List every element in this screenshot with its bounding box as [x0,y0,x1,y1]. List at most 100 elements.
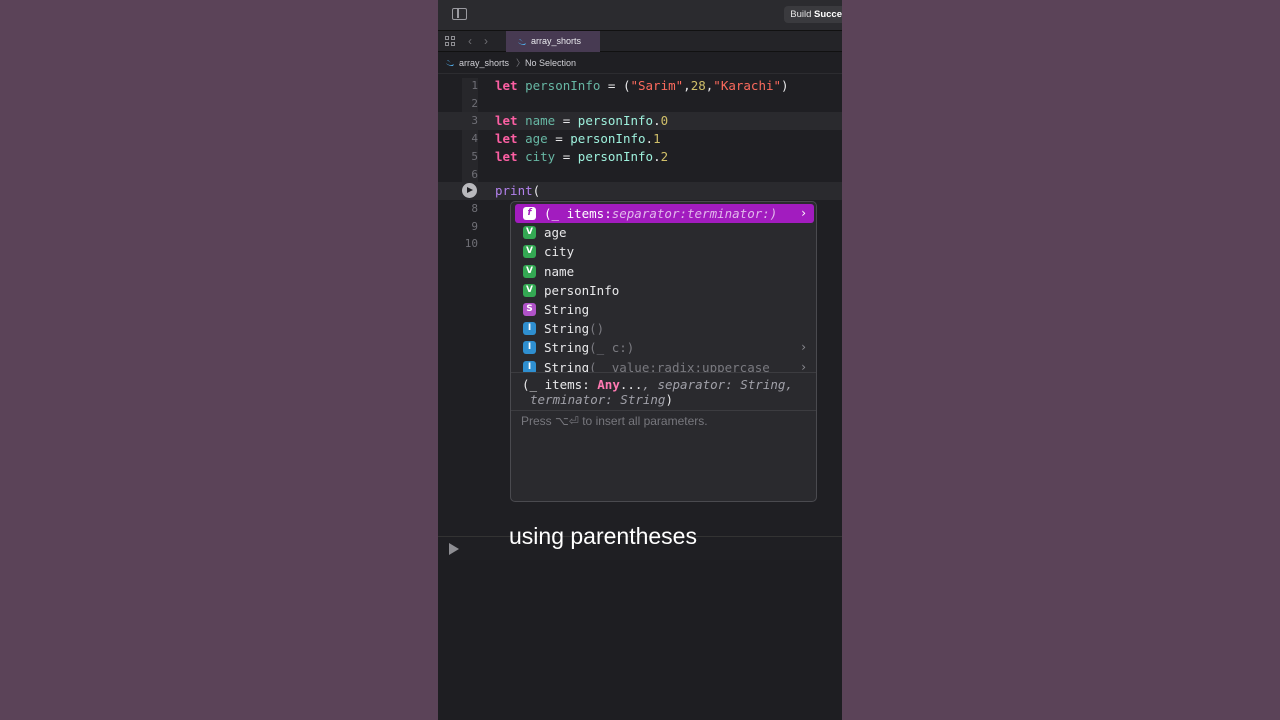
keyword: let [495,78,518,93]
right-backdrop [842,0,1280,720]
code-line[interactable]: 4 let age = personInfo.1 [438,130,842,148]
identifier: personInfo [570,131,646,147]
video-subtitle: using parentheses [509,523,697,549]
completion-hint: Press ⌥⏎ to insert all parameters. [511,410,816,433]
line-number: 1 [471,79,478,92]
initializer-badge-icon: I [523,341,536,355]
tab-array-shorts[interactable]: array_shorts [506,31,600,52]
completion-params: separator:terminator:) [611,206,778,221]
line-number: 10 [464,237,478,250]
line-number: 8 [471,202,478,215]
completion-item[interactable]: S String [515,300,814,319]
code-line[interactable]: 5 let city = personInfo.2 [438,148,842,166]
completion-label: String [544,302,590,317]
variable-badge-icon: V [523,226,536,240]
completion-item[interactable]: V name [515,262,814,281]
line-number: 6 [471,167,478,181]
build-status-prefix: Build [790,9,814,20]
completion-label: String [544,321,590,337]
line-number: 2 [471,96,478,110]
completion-params: () [589,321,605,337]
tab-bar: ‹ › array_shorts [438,30,842,52]
code-line[interactable]: 2 [438,95,842,113]
dot: . [653,113,661,129]
jumpbar-file[interactable]: array_shorts [459,52,509,74]
swift-file-icon [518,38,526,45]
jumpbar-selection[interactable]: No Selection [525,52,576,74]
completion-label: String [544,340,590,356]
completion-item[interactable]: I String(_ c:) › [515,338,814,357]
completion-item[interactable]: I String(_ value:radix:uppercase › [515,358,814,372]
completion-item[interactable]: V personInfo [515,281,814,300]
completion-label: personInfo [544,282,620,298]
identifier: personInfo [525,78,601,93]
identifier: personInfo [577,148,654,164]
sidebar-toggle-icon[interactable] [452,8,467,20]
line-number: 9 [471,219,478,233]
signature-param: , separator: String, [642,377,793,392]
code-line[interactable]: print( [438,182,842,200]
line-number: 3 [471,114,478,128]
console-area[interactable] [438,560,842,720]
signature-type: Any [597,377,620,392]
operator: = ( [600,78,631,93]
number-literal: 0 [660,113,669,129]
back-arrow-icon[interactable]: ‹ [468,34,472,48]
signature-close: ) [665,392,673,407]
string-literal: "Sarim" [630,78,684,93]
left-backdrop [0,0,438,720]
completion-params: (_ c:) [589,340,635,356]
variable-badge-icon: V [523,283,536,297]
string-literal: "Karachi" [713,78,782,93]
xcode-window: Build Succe ‹ › array_shorts array_short… [438,0,842,720]
play-icon[interactable] [449,543,459,555]
completion-label: name [544,263,575,279]
initializer-badge-icon: I [523,322,536,336]
operator: = [555,148,578,164]
paren: ) [781,78,789,93]
variable-badge-icon: V [523,245,536,259]
number-literal: 1 [653,131,661,147]
line-number: 5 [471,149,478,163]
identifier: personInfo [577,113,654,129]
completion-popup: f (_ items:separator:terminator:) › V ag… [510,201,817,502]
signature-help: (_ items: Any..., separator: String, ter… [511,372,816,411]
code-editor[interactable]: 1 let personInfo = ("Sarim",28,"Karachi"… [438,74,842,536]
swift-file-icon [446,59,454,66]
code-line[interactable]: 3 let name = personInfo.0 [438,112,842,131]
grid-icon[interactable] [445,36,456,47]
completion-item[interactable]: V city [515,242,814,261]
completion-label: String [544,359,590,372]
completion-label: age [544,225,567,241]
identifier: name [525,113,556,129]
operator: = [547,131,571,147]
forward-arrow-icon[interactable]: › [484,34,488,48]
keyword: let [495,148,518,164]
chevron-right-icon: › [801,206,806,220]
completion-params: (_ value:radix:uppercase [589,359,770,372]
tab-label: array_shorts [531,36,582,46]
code-line[interactable]: 6 [438,166,842,184]
code-line[interactable]: 1 let personInfo = ("Sarim",28,"Karachi"… [438,77,842,95]
function-badge-icon: f [523,207,536,220]
keyword: let [495,113,518,129]
signature-open: (_ items: [522,377,598,392]
initializer-badge-icon: I [523,360,536,372]
signature-variadic: ... [619,377,643,392]
completion-label: (_ items: [544,206,612,221]
number-literal: 28 [690,78,706,93]
completion-item[interactable]: V age [515,223,814,242]
run-line-button-icon[interactable] [462,183,477,198]
completion-item[interactable]: f (_ items:separator:terminator:) › [515,204,814,223]
build-status[interactable]: Build Succe [784,6,842,23]
completion-list[interactable]: f (_ items:separator:terminator:) › V ag… [511,202,816,372]
number-literal: 2 [660,148,669,164]
jumpbar-separator: 〉 [516,58,526,68]
completion-item[interactable]: I String() [515,319,814,338]
dot: . [653,148,661,164]
paren: ( [532,183,541,198]
keyword: let [495,131,518,147]
operator: = [555,113,578,129]
toolbar: Build Succe [438,0,842,30]
hint-text: Press ⌥⏎ to insert all parameters. [521,414,708,428]
